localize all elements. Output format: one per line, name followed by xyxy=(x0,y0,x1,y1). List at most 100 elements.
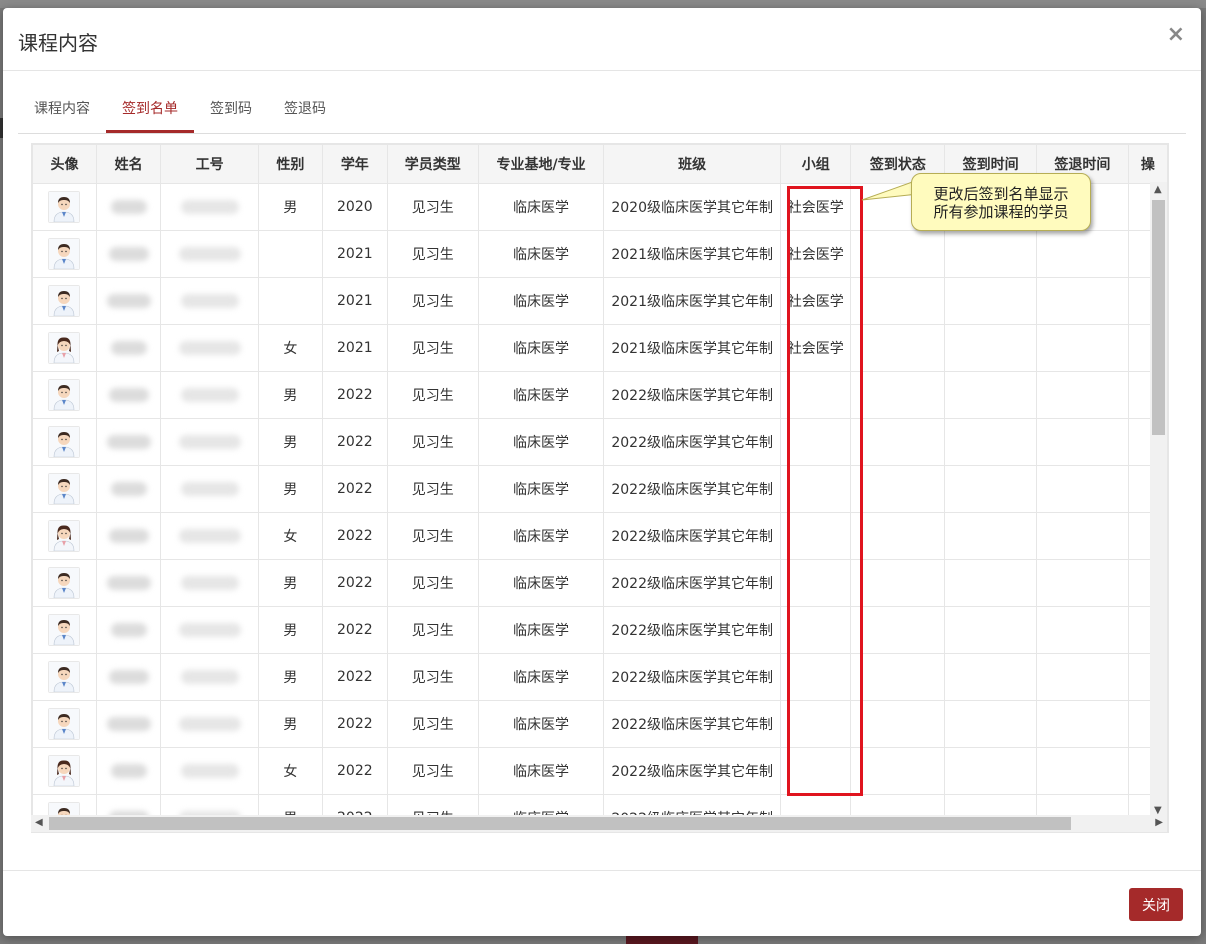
signin-status-cell xyxy=(850,700,946,748)
redacted-name xyxy=(110,341,147,355)
scroll-right-icon[interactable]: ▶ xyxy=(1155,817,1163,828)
table-row[interactable]: 男2022见习生临床医学2022级临床医学其它年制 xyxy=(32,559,1168,607)
group-cell xyxy=(779,700,852,748)
id-cell xyxy=(160,230,260,278)
tab-course-content[interactable]: 课程内容 xyxy=(34,98,90,118)
table-row[interactable]: 男2022见习生临床医学2022级临床医学其它年制 xyxy=(32,465,1168,513)
redacted-id xyxy=(180,482,239,496)
redacted-name xyxy=(108,247,149,261)
table-row[interactable]: 2021 见习生 临床医学 2021级临床医学其它年制 社会医学 xyxy=(32,277,1168,325)
year-cell: 2022 xyxy=(321,747,388,795)
table-row[interactable]: 女 2022 见习生 临床医学 2022级临床医学其它年制 xyxy=(32,512,1168,560)
avatar-cell xyxy=(32,418,97,466)
table-row[interactable]: 女 2022 见习生 临床医学 2022级临床医学其它年制 xyxy=(32,747,1168,795)
signout-time-cell xyxy=(1035,230,1129,278)
signin-status-cell xyxy=(850,324,946,372)
table-row[interactable]: 男2022见习生临床医学2022级临床医学其它年制 xyxy=(32,700,1168,748)
type-cell: 见习生 xyxy=(386,324,479,372)
horizontal-scroll-thumb[interactable] xyxy=(49,817,1071,830)
year-cell: 2022 xyxy=(321,559,388,607)
male-avatar-icon xyxy=(48,379,81,411)
table-row[interactable]: 男2022见习生临床医学2022级临床医学其它年制 xyxy=(32,653,1168,701)
id-cell xyxy=(160,418,260,466)
redacted-id xyxy=(180,764,239,778)
redacted-name xyxy=(108,529,149,543)
major-cell: 临床医学 xyxy=(477,512,605,560)
gender-cell: 男 xyxy=(258,700,323,748)
signout-time-cell xyxy=(1035,465,1129,513)
vertical-scroll-thumb[interactable] xyxy=(1152,200,1165,435)
gender-cell: 男 xyxy=(258,653,323,701)
avatar-cell xyxy=(32,700,97,748)
signin-status-cell xyxy=(850,747,946,795)
class-cell: 2022级临床医学其它年制 xyxy=(603,512,781,560)
female-avatar-icon xyxy=(48,332,81,364)
major-cell: 临床医学 xyxy=(477,371,605,419)
redacted-name xyxy=(106,435,151,449)
class-cell: 2022级临床医学其它年制 xyxy=(603,747,781,795)
column-header: 学员类型 xyxy=(386,144,479,184)
major-cell: 临床医学 xyxy=(477,559,605,607)
avatar-cell xyxy=(32,371,97,419)
name-cell xyxy=(95,183,162,231)
horizontal-scrollbar[interactable]: ◀ ▶ xyxy=(31,815,1167,832)
avatar-cell xyxy=(32,653,97,701)
class-cell: 2022级临床医学其它年制 xyxy=(603,606,781,654)
type-cell: 见习生 xyxy=(386,230,479,278)
year-cell: 2022 xyxy=(321,465,388,513)
scroll-left-icon[interactable]: ◀ xyxy=(35,817,43,828)
signout-time-cell xyxy=(1035,277,1129,325)
table-row[interactable]: 男2022见习生临床医学2022级临床医学其它年制 xyxy=(32,606,1168,654)
group-cell xyxy=(779,747,852,795)
gender-cell xyxy=(258,277,323,325)
signin-status-cell xyxy=(850,512,946,560)
major-cell: 临床医学 xyxy=(477,700,605,748)
male-avatar-icon xyxy=(48,708,81,740)
male-avatar-icon xyxy=(48,661,81,693)
modal-title: 课程内容 xyxy=(18,31,98,55)
gender-cell: 男 xyxy=(258,418,323,466)
redacted-name xyxy=(106,576,151,590)
year-cell: 2022 xyxy=(321,700,388,748)
tab-signin-code[interactable]: 签到码 xyxy=(210,98,252,118)
tab-signout-code[interactable]: 签退码 xyxy=(284,98,326,118)
column-header: 姓名 xyxy=(95,144,162,184)
signin-time-cell xyxy=(944,465,1037,513)
table-row[interactable]: 男2022见习生临床医学2022级临床医学其它年制 xyxy=(32,418,1168,466)
close-icon[interactable]: × xyxy=(1167,22,1185,47)
signin-status-cell xyxy=(850,653,946,701)
name-cell xyxy=(95,465,162,513)
id-cell xyxy=(160,371,260,419)
gender-cell: 男 xyxy=(258,465,323,513)
gender-cell: 女 xyxy=(258,512,323,560)
signin-status-cell xyxy=(850,418,946,466)
redacted-id xyxy=(178,529,241,543)
year-cell: 2020 xyxy=(321,183,388,231)
redacted-id xyxy=(178,341,241,355)
signin-time-cell xyxy=(944,371,1037,419)
class-cell: 2022级临床医学其它年制 xyxy=(603,371,781,419)
gender-cell: 女 xyxy=(258,747,323,795)
signin-time-cell xyxy=(944,700,1037,748)
signin-time-cell xyxy=(944,512,1037,560)
column-header: 头像 xyxy=(32,144,97,184)
table-row[interactable]: 2021 见习生 临床医学 2021级临床医学其它年制 社会医学 xyxy=(32,230,1168,278)
class-cell: 2021级临床医学其它年制 xyxy=(603,230,781,278)
table-row[interactable]: 男2022见习生临床医学2022级临床医学其它年制 xyxy=(32,371,1168,419)
redacted-id xyxy=(180,670,239,684)
signin-status-cell xyxy=(850,371,946,419)
name-cell xyxy=(95,277,162,325)
callout-line-1: 更改后签到名单显示 xyxy=(933,185,1069,203)
vertical-scrollbar[interactable]: ▲ ▼ xyxy=(1150,182,1167,818)
signout-time-cell xyxy=(1035,747,1129,795)
table-row[interactable]: 女 2021 见习生 临床医学 2021级临床医学其它年制 社会医学 xyxy=(32,324,1168,372)
redacted-name xyxy=(110,623,147,637)
major-cell: 临床医学 xyxy=(477,606,605,654)
signin-table-viewport[interactable]: 头像 姓名 工号 性别 学年 学员类型 专业基地/专业 班级 小组 签到状态 签到时间 签退时间操 男… xyxy=(31,143,1169,833)
close-button[interactable]: 关闭 xyxy=(1129,888,1183,921)
redacted-id xyxy=(180,294,239,308)
signin-table: 头像 姓名 工号 性别 学年 学员类型 专业基地/专业 班级 小组 签到状态 签到时间 签退时间操 男… xyxy=(32,144,1168,832)
tab-signin-list[interactable]: 签到名单 xyxy=(122,98,178,118)
major-cell: 临床医学 xyxy=(477,230,605,278)
scroll-up-icon[interactable]: ▲ xyxy=(1154,184,1162,195)
